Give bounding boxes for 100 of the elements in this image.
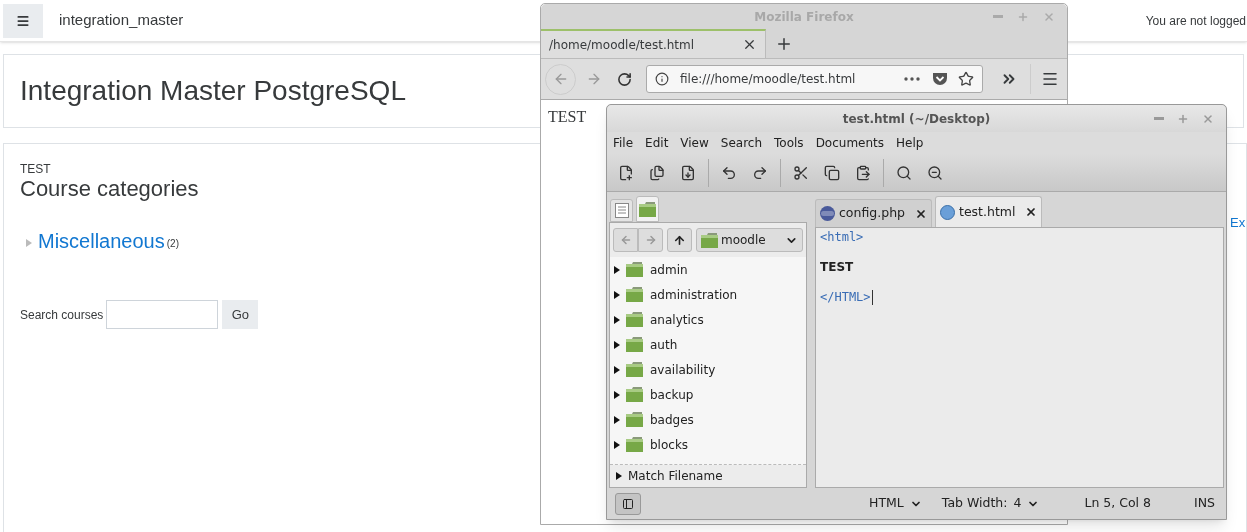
menu-item[interactable]: Edit [645,134,669,152]
folder-name: administration [650,286,738,304]
folder-item[interactable]: backup [610,382,806,407]
folder-icon [626,287,643,302]
bookmark-icon[interactable] [958,71,974,87]
tab-width-label[interactable]: Tab Width: [941,494,1008,513]
folder-icon [701,232,718,248]
location-dropdown[interactable]: moodle [696,228,803,252]
file-tab[interactable]: config.php [815,199,932,227]
folder-icon [626,387,643,402]
more-icon[interactable] [904,77,920,81]
menu-button[interactable] [3,3,43,38]
menu-icon [16,13,30,28]
expander-icon[interactable] [613,314,621,325]
folder-name: backup [650,386,694,404]
menu-icon[interactable] [1041,70,1059,88]
tab-title: config.php [839,204,905,223]
code-line: <html> [820,230,864,245]
go-button[interactable]: Go [222,300,259,329]
folder-icon [626,412,643,427]
search-label: Search courses [20,306,104,324]
folder-icon [626,362,643,377]
panel-tab[interactable] [610,199,633,222]
browser-tab[interactable]: /home/moodle/test.html [541,29,766,58]
document-icon [614,203,629,218]
url-text: file:///home/moodle/test.html [680,71,856,88]
text-editor[interactable]: <html> TEST </HTML> [815,227,1224,488]
code-line: TEST [820,260,854,275]
folder-item[interactable]: badges [610,407,806,432]
tab-title: test.html [959,202,1016,221]
folder-item[interactable]: analytics [610,307,806,332]
folder-icon [626,337,643,352]
close-icon[interactable] [915,207,927,220]
close-icon [1202,112,1214,125]
expander-icon[interactable] [613,339,621,350]
page-heading: Integration Master PostgreSQL [20,74,406,108]
menu-item[interactable]: Help [896,134,924,152]
search-icon[interactable] [896,164,912,181]
window-title: test.html (~/Desktop) [842,110,991,128]
new-document-icon[interactable] [618,164,634,181]
insert-mode: INS [1194,494,1215,513]
info-icon [655,72,669,86]
tab-width-value[interactable]: 4 [1013,494,1040,513]
folder-item[interactable]: blocks [610,432,806,457]
folder-item[interactable]: auth [610,332,806,357]
breadcrumb[interactable]: TEST [20,162,51,176]
folder-item[interactable]: admin [610,257,806,282]
menu-item[interactable]: View [680,134,709,152]
expander-icon[interactable] [613,389,621,400]
expander-icon[interactable] [613,439,621,450]
expander-icon[interactable] [613,289,621,300]
folder-icon [639,201,656,217]
copy-icon[interactable] [824,164,840,181]
undo-icon[interactable] [721,164,737,181]
category-link[interactable]: Miscellaneous [38,229,165,253]
course-count: (2) [166,237,179,251]
side-link[interactable]: Ex [1230,213,1246,233]
expander-icon[interactable] [615,471,623,481]
expander-icon[interactable] [613,264,621,275]
folder-name: badges [650,411,694,429]
folder-name: analytics [650,311,704,329]
forward-icon [644,234,657,246]
expander-icon[interactable] [613,414,621,425]
close-icon [1043,10,1055,23]
sidebar-toggle-button[interactable] [615,492,641,515]
search-replace-icon[interactable] [927,164,943,181]
paste-icon[interactable] [855,164,871,181]
site-name[interactable]: integration_master [59,9,184,32]
language-selector[interactable]: HTML [869,494,922,513]
folder-name: availability [650,361,716,379]
close-icon[interactable] [1025,206,1038,218]
cursor-position: Ln 5, Col 8 [1084,494,1151,513]
menu-item[interactable]: Documents [815,134,885,152]
reload-icon[interactable] [617,71,632,87]
redo-icon[interactable] [752,164,768,181]
new-tab-icon[interactable] [775,35,793,53]
url-field[interactable]: file:///home/moodle/test.html [646,65,983,93]
expander-icon[interactable] [613,364,621,375]
folder-icon [626,262,643,277]
menu-item[interactable]: File [613,134,634,152]
folder-item[interactable]: availability [610,357,806,382]
up-button[interactable] [667,228,692,252]
code-line: </HTML> [820,290,873,305]
search-field[interactable] [106,300,219,329]
up-icon [673,233,686,247]
menu-item[interactable]: Tools [774,134,804,152]
file-tab[interactable]: test.html [935,196,1043,227]
document-arrow-icon[interactable] [680,164,696,181]
section-title: Course categories [20,176,199,202]
cut-icon[interactable] [793,164,809,181]
folder-item[interactable]: administration [610,282,806,307]
folder-icon [626,312,643,327]
folder-name: blocks [650,436,689,454]
close-icon[interactable] [742,37,757,52]
documents-icon[interactable] [649,164,665,181]
panel-tab[interactable] [636,196,659,222]
pocket-icon[interactable] [932,72,948,86]
menu-item[interactable]: Search [720,134,763,152]
folder-name: admin [650,261,688,279]
tab-title: /home/moodle/test.html [549,36,695,54]
